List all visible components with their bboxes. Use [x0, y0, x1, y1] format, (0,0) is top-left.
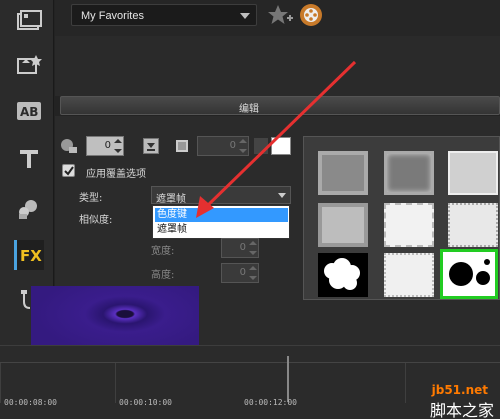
timecode: 00:00:08:00 [4, 398, 57, 407]
timecode: 00:00:10:00 [119, 398, 172, 407]
watermark: jb51.net 脚本之家 [348, 383, 498, 419]
watermark-name: 脚本之家 [429, 401, 494, 419]
playhead[interactable] [287, 356, 289, 402]
timecode: 00:00:12:00 [244, 398, 297, 407]
watermark-site: jb51.net [431, 383, 488, 397]
